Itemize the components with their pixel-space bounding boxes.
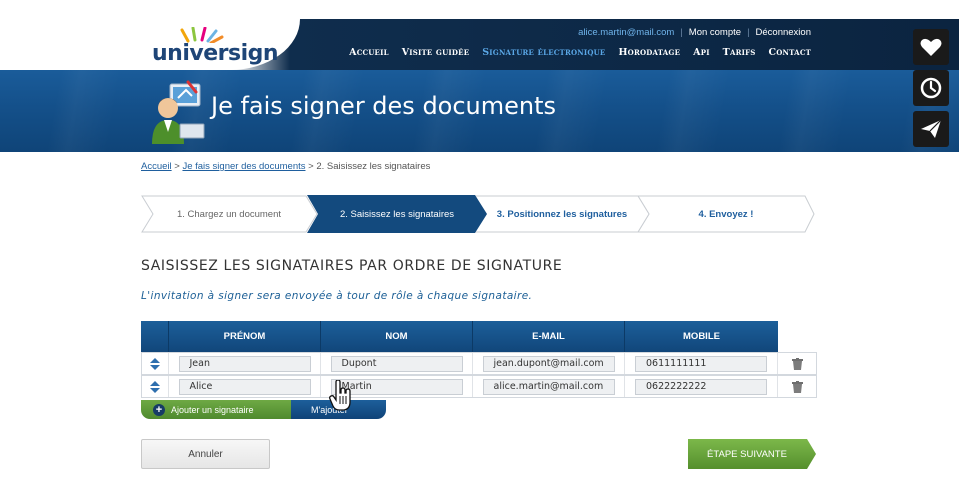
mobile-field[interactable]: 0611111111 — [635, 355, 767, 372]
history-button[interactable] — [913, 70, 949, 106]
nav-horodatage[interactable]: Horodatage — [618, 47, 680, 58]
clock-icon — [920, 77, 942, 99]
user-email: alice.martin@mail.com — [578, 27, 675, 38]
header-order — [141, 321, 169, 352]
header-prenom: PRÉNOM — [169, 321, 321, 352]
universign-logo[interactable]: universign — [152, 27, 279, 66]
nom-field[interactable]: Dupont — [330, 355, 463, 372]
breadcrumb-home[interactable]: Accueil — [141, 161, 172, 172]
header-nom: NOM — [321, 321, 473, 352]
logo-text: universign — [152, 41, 279, 66]
page-title: Je fais signer des documents — [211, 92, 557, 120]
email-field[interactable]: alice.martin@mail.com — [482, 378, 615, 395]
top-strip — [0, 0, 959, 19]
site-header: universign alice.martin@mail.com | Mon com… — [0, 19, 959, 70]
header-mobile: MOBILE — [625, 321, 778, 352]
trash-icon — [791, 357, 803, 370]
add-signer-label: Ajouter un signataire — [171, 404, 254, 415]
breadcrumb-current: 2. Saisissez les signataires — [316, 161, 431, 172]
section-subtitle: L'invitation à signer sera envoyée à tou… — [141, 290, 533, 302]
step-1: 1. Chargez un document — [176, 208, 282, 220]
prenom-field[interactable]: Jean — [178, 355, 311, 372]
heart-icon — [920, 38, 942, 56]
plus-icon: + — [153, 403, 165, 416]
table-row: Jean Dupont jean.dupont@mail.com 0611111… — [141, 352, 817, 375]
hand-cursor-icon — [329, 380, 351, 411]
add-signer-button[interactable]: + Ajouter un signataire — [141, 400, 291, 419]
nav-signature-electronique[interactable]: Signature électronique — [482, 47, 605, 58]
separator: | — [680, 27, 683, 38]
prenom-field[interactable]: Alice — [178, 378, 311, 395]
step-4: 4. Envoyez ! — [698, 208, 754, 220]
logout-link[interactable]: Déconnexion — [756, 27, 811, 38]
reorder-handle[interactable] — [142, 353, 169, 374]
sort-arrows-icon — [150, 357, 160, 370]
signer-person-icon — [152, 80, 205, 144]
separator: | — [747, 27, 750, 38]
user-bar: alice.martin@mail.com | Mon compte | Déconne… — [578, 27, 811, 38]
paper-plane-icon — [921, 119, 942, 138]
nav-tarifs[interactable]: Tarifs — [723, 47, 756, 58]
step-2: 2. Saisissez les signataires — [339, 208, 455, 220]
trash-icon — [791, 380, 803, 393]
nav-accueil[interactable]: Accueil — [349, 47, 389, 58]
table-row: Alice Martin alice.martin@mail.com 06222… — [141, 375, 817, 398]
cancel-button[interactable]: Annuler — [141, 439, 270, 469]
nav-visite-guidee[interactable]: Visite guidée — [402, 47, 470, 58]
next-step-button[interactable]: ÉTAPE SUIVANTE — [688, 439, 816, 469]
delete-button[interactable] — [778, 376, 816, 397]
sort-arrows-icon — [150, 380, 160, 393]
signers-table-header: PRÉNOM NOM E-MAIL MOBILE — [141, 321, 778, 352]
breadcrumb-separator: > — [305, 161, 317, 172]
send-button[interactable] — [913, 111, 949, 147]
breadcrumb-separator: > — [171, 161, 183, 172]
nav-api[interactable]: Api — [693, 47, 710, 58]
page-banner: Je fais signer des documents — [0, 70, 959, 152]
section-title: SAISISSEZ LES SIGNATAIRES PAR ORDRE DE S… — [141, 258, 563, 274]
reorder-handle[interactable] — [142, 376, 169, 397]
main-nav: Accueil Visite guidée Signature électron… — [349, 47, 811, 58]
wizard-steps: 1. Chargez un document 2. Saisissez les … — [141, 195, 815, 233]
delete-button[interactable] — [778, 353, 816, 374]
next-step-label: ÉTAPE SUIVANTE — [707, 448, 787, 460]
page: universign alice.martin@mail.com | Mon com… — [0, 0, 959, 495]
nav-contact[interactable]: Contact — [769, 47, 812, 58]
step-3: 3. Positionnez les signatures — [496, 208, 628, 220]
favorite-button[interactable] — [913, 29, 949, 65]
email-field[interactable]: jean.dupont@mail.com — [482, 355, 615, 372]
header-email: E-MAIL — [473, 321, 625, 352]
breadcrumb-parent[interactable]: Je fais signer des documents — [182, 161, 305, 172]
mobile-field[interactable]: 0622222222 — [635, 378, 767, 395]
account-link[interactable]: Mon compte — [689, 27, 741, 38]
breadcrumb: Accueil > Je fais signer des documents >… — [141, 161, 430, 172]
